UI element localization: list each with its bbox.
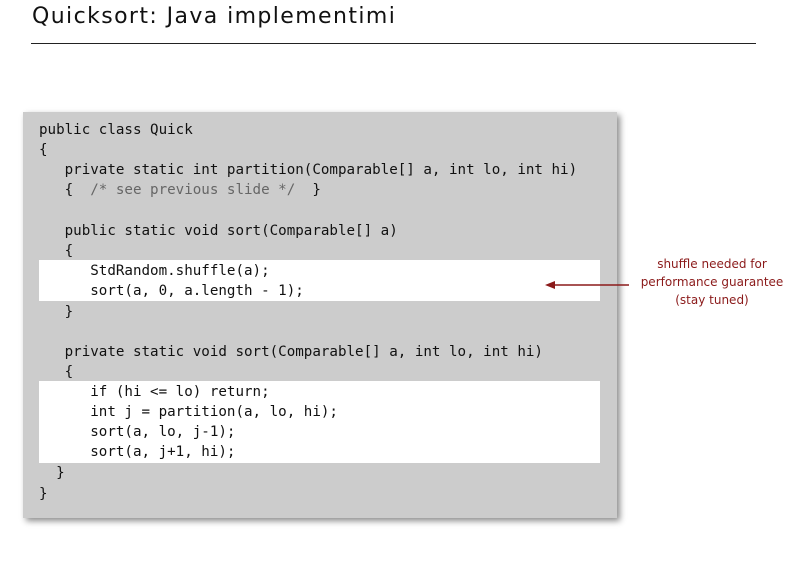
code-line-recurse-left: sort(a, lo, j-1); [39,424,236,440]
code-partition-body-open: { [39,182,91,198]
annotation-line: performance guarantee [640,275,784,289]
code-line-partition-call: int j = partition(a, lo, hi); [39,404,338,420]
code-line-sort-private-open: { [39,364,74,380]
code-line-sort-call: sort(a, 0, a.length - 1); [39,283,304,299]
code-line-sort-public-close: } [39,304,74,320]
code-line-sort-private-decl: private static void sort(Comparable[] a,… [39,344,543,360]
title-divider [31,43,756,44]
code-line-base-case: if (hi <= lo) return; [39,384,270,400]
shuffle-annotation: shuffle needed for performance guarantee… [630,255,794,309]
code-line-open-brace: { [39,142,48,158]
code-line-class-decl: public class Quick [39,122,193,138]
code-line-partition-body: { /* see previous slide */ } [39,180,321,200]
code-line-partition-decl: private static int partition(Comparable[… [39,162,578,178]
code-comment: /* see previous slide */ [90,182,296,198]
annotation-line: shuffle needed for [657,257,767,271]
slide-title: Quicksort: Java implementimi [32,4,397,29]
code-line-shuffle: StdRandom.shuffle(a); [39,263,270,279]
code-line-sort-private-close: } [39,465,65,481]
code-panel: public class Quick { private static int … [23,112,617,518]
code-partition-body-close: } [295,182,321,198]
code-line-class-close: } [39,486,48,502]
annotation-line: (stay tuned) [675,293,749,307]
code-line-sort-public-decl: public static void sort(Comparable[] a) [39,223,398,239]
code-line-recurse-right: sort(a, j+1, hi); [39,444,236,460]
annotation-arrow [545,281,629,289]
code-line-sort-public-open: { [39,243,74,259]
